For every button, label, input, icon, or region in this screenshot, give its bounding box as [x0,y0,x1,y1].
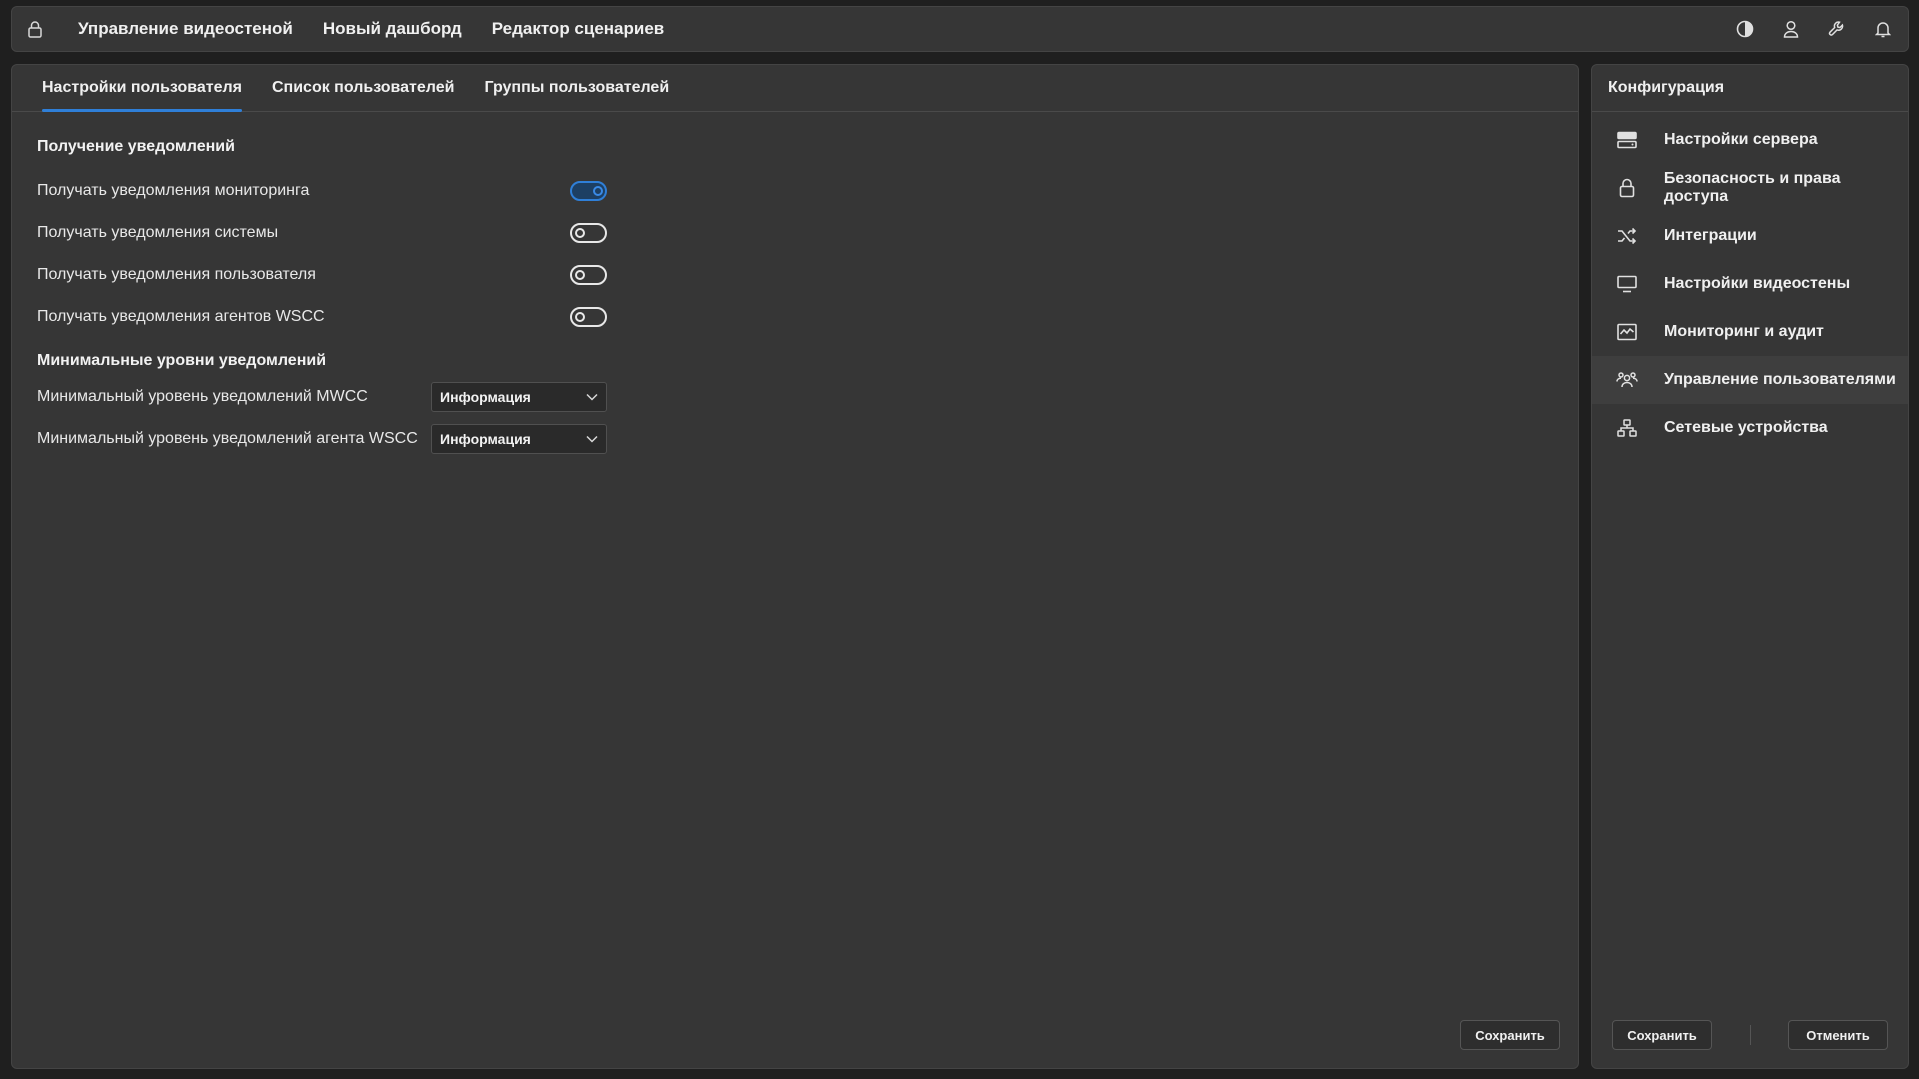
sidebar-item-security[interactable]: Безопасность и права доступа [1592,164,1908,212]
system-notifications-toggle[interactable] [570,223,607,243]
chevron-down-icon [586,435,598,443]
sidebar-item-label: Мониторинг и аудит [1664,323,1824,340]
settings-content: Получение уведомлений Получать уведомлен… [12,112,632,486]
user-settings-panel: Настройки пользователя Список пользовате… [11,64,1579,1069]
nav-videowall[interactable]: Управление видеостеной [78,19,293,39]
setting-row: Минимальный уровень уведомлений MWCC Инф… [37,376,607,418]
sidebar-item-label: Безопасность и права доступа [1663,170,1841,205]
sidebar-item-label: Настройки видеостены [1664,275,1851,292]
setting-label: Получать уведомления агентов WSCC [37,308,325,325]
setting-row: Получать уведомления агентов WSCC [37,296,607,338]
top-bar: Управление видеостеной Новый дашборд Ред… [11,6,1909,52]
sidebar-actions: Сохранить Отменить [1612,1020,1888,1050]
wscc-agent-level-select[interactable]: Информация [431,424,607,454]
setting-label: Получать уведомления мониторинга [37,182,310,199]
setting-label: Получать уведомления пользователя [37,266,316,283]
nav-scenario-editor[interactable]: Редактор сценариев [492,19,665,39]
user-icon[interactable] [1780,18,1802,40]
setting-label: Получать уведомления системы [37,224,279,241]
tab-user-groups[interactable]: Группы пользователей [484,65,669,111]
sidebar-item-videowall-settings[interactable]: Настройки видеостены [1592,260,1908,308]
sidebar-list: Настройки сервера Безопасность и права д… [1592,112,1908,452]
lock-icon [1616,177,1638,199]
nav-new-dashboard[interactable]: Новый дашборд [323,19,462,39]
setting-row: Минимальный уровень уведомлений агента W… [37,418,607,460]
bell-icon[interactable] [1872,18,1894,40]
tab-bar: Настройки пользователя Список пользовате… [12,65,1578,112]
tab-user-list[interactable]: Список пользователей [272,65,455,111]
theme-contrast-icon[interactable] [1734,18,1756,40]
monitor-icon [1616,273,1638,295]
network-icon [1616,417,1638,439]
divider [1749,1025,1751,1045]
chevron-down-icon [586,393,598,401]
sidebar-cancel-button[interactable]: Отменить [1788,1020,1888,1050]
sidebar-title: Конфигурация [1592,65,1908,112]
sidebar-item-label: Интеграции [1664,227,1757,244]
setting-row: Получать уведомления системы [37,212,607,254]
setting-label: Минимальный уровень уведомлений агента W… [37,430,418,447]
chart-icon [1616,321,1638,343]
setting-row: Получать уведомления мониторинга [37,170,607,212]
mwcc-level-select[interactable]: Информация [431,382,607,412]
server-icon [1616,129,1638,151]
sidebar-item-label: Управление пользователями [1664,371,1896,388]
setting-row: Получать уведомления пользователя [37,254,607,296]
tab-user-settings[interactable]: Настройки пользователя [42,65,242,112]
wscc-agent-notifications-toggle[interactable] [570,307,607,327]
lock-icon[interactable] [24,18,46,40]
monitoring-notifications-toggle[interactable] [570,181,607,201]
levels-section-title: Минимальные уровни уведомлений [37,352,327,369]
sidebar-item-label: Настройки сервера [1664,131,1818,148]
sidebar-item-user-management[interactable]: Управление пользователями [1592,356,1908,404]
shuffle-icon [1616,225,1638,247]
save-button[interactable]: Сохранить [1460,1020,1560,1050]
select-value: Информация [440,389,531,405]
configuration-sidebar: Конфигурация Настройки сервера Безопасно… [1591,64,1909,1069]
user-notifications-toggle[interactable] [570,265,607,285]
select-value: Информация [440,431,531,447]
sidebar-item-integrations[interactable]: Интеграции [1592,212,1908,260]
sidebar-item-server-settings[interactable]: Настройки сервера [1592,116,1908,164]
sidebar-item-network-devices[interactable]: Сетевые устройства [1592,404,1908,452]
notifications-section-title: Получение уведомлений [37,138,235,155]
wrench-icon[interactable] [1826,18,1848,40]
topbar-actions [1734,18,1894,40]
sidebar-item-monitoring-audit[interactable]: Мониторинг и аудит [1592,308,1908,356]
sidebar-save-button[interactable]: Сохранить [1612,1020,1712,1050]
sidebar-item-label: Сетевые устройства [1664,419,1828,436]
users-icon [1616,369,1638,391]
setting-label: Минимальный уровень уведомлений MWCC [37,388,368,405]
